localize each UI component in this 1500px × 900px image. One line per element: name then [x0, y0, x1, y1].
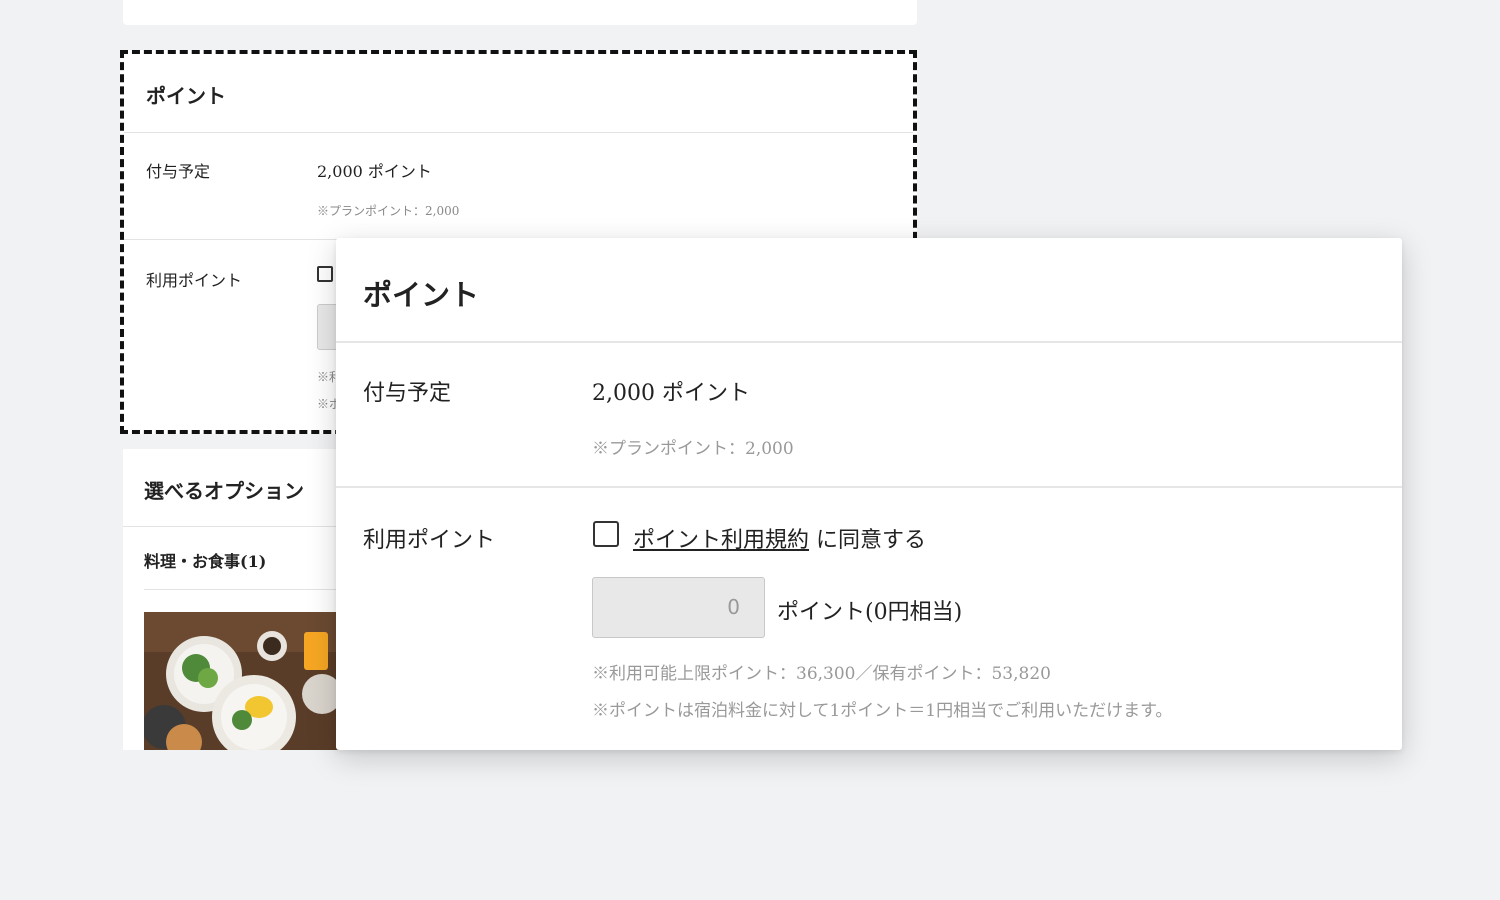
- divider: [336, 341, 1402, 343]
- limit-note: ※利用可能上限ポイント：36,300／保有ポイント：53,820: [592, 664, 1051, 684]
- terms-checkbox[interactable]: [593, 521, 619, 547]
- plan-point-note: ※プランポイント：2,000: [317, 204, 460, 218]
- grant-value: 2,000 ポイント: [317, 162, 432, 181]
- section-title: ポイント: [363, 278, 480, 312]
- terms-agreement: ポイント利用規約 に同意する: [633, 522, 926, 554]
- food-photo-illustration: [144, 612, 344, 750]
- options-category: 料理・お食事(1): [144, 552, 267, 571]
- terms-link[interactable]: ポイント利用規約: [633, 528, 809, 553]
- section-title: ポイント: [146, 84, 226, 108]
- grant-label: 付与予定: [363, 381, 452, 406]
- grant-label: 付与予定: [146, 162, 211, 181]
- use-points-label: 利用ポイント: [146, 271, 243, 290]
- food-photo[interactable]: [144, 612, 344, 750]
- agree-text: に同意する: [809, 528, 927, 553]
- divider: [336, 486, 1402, 488]
- use-points-label: 利用ポイント: [363, 528, 496, 553]
- grant-value: 2,000 ポイント: [592, 381, 750, 406]
- plan-point-note: ※プランポイント：2,000: [592, 439, 794, 459]
- divider: [124, 132, 913, 133]
- points-section-zoomed: ポイント 付与予定 2,000 ポイント ※プランポイント：2,000 利用ポイ…: [336, 238, 1402, 750]
- points-input[interactable]: 0: [592, 577, 765, 638]
- options-title: 選べるオプション: [144, 479, 304, 503]
- terms-checkbox[interactable]: [317, 266, 333, 282]
- rate-note: ※ポイントは宿泊料金に対して1ポイント＝1円相当でご利用いただけます。: [592, 701, 1173, 721]
- points-unit-label: ポイント(0円相当): [777, 600, 963, 625]
- previous-section-card: [123, 0, 917, 25]
